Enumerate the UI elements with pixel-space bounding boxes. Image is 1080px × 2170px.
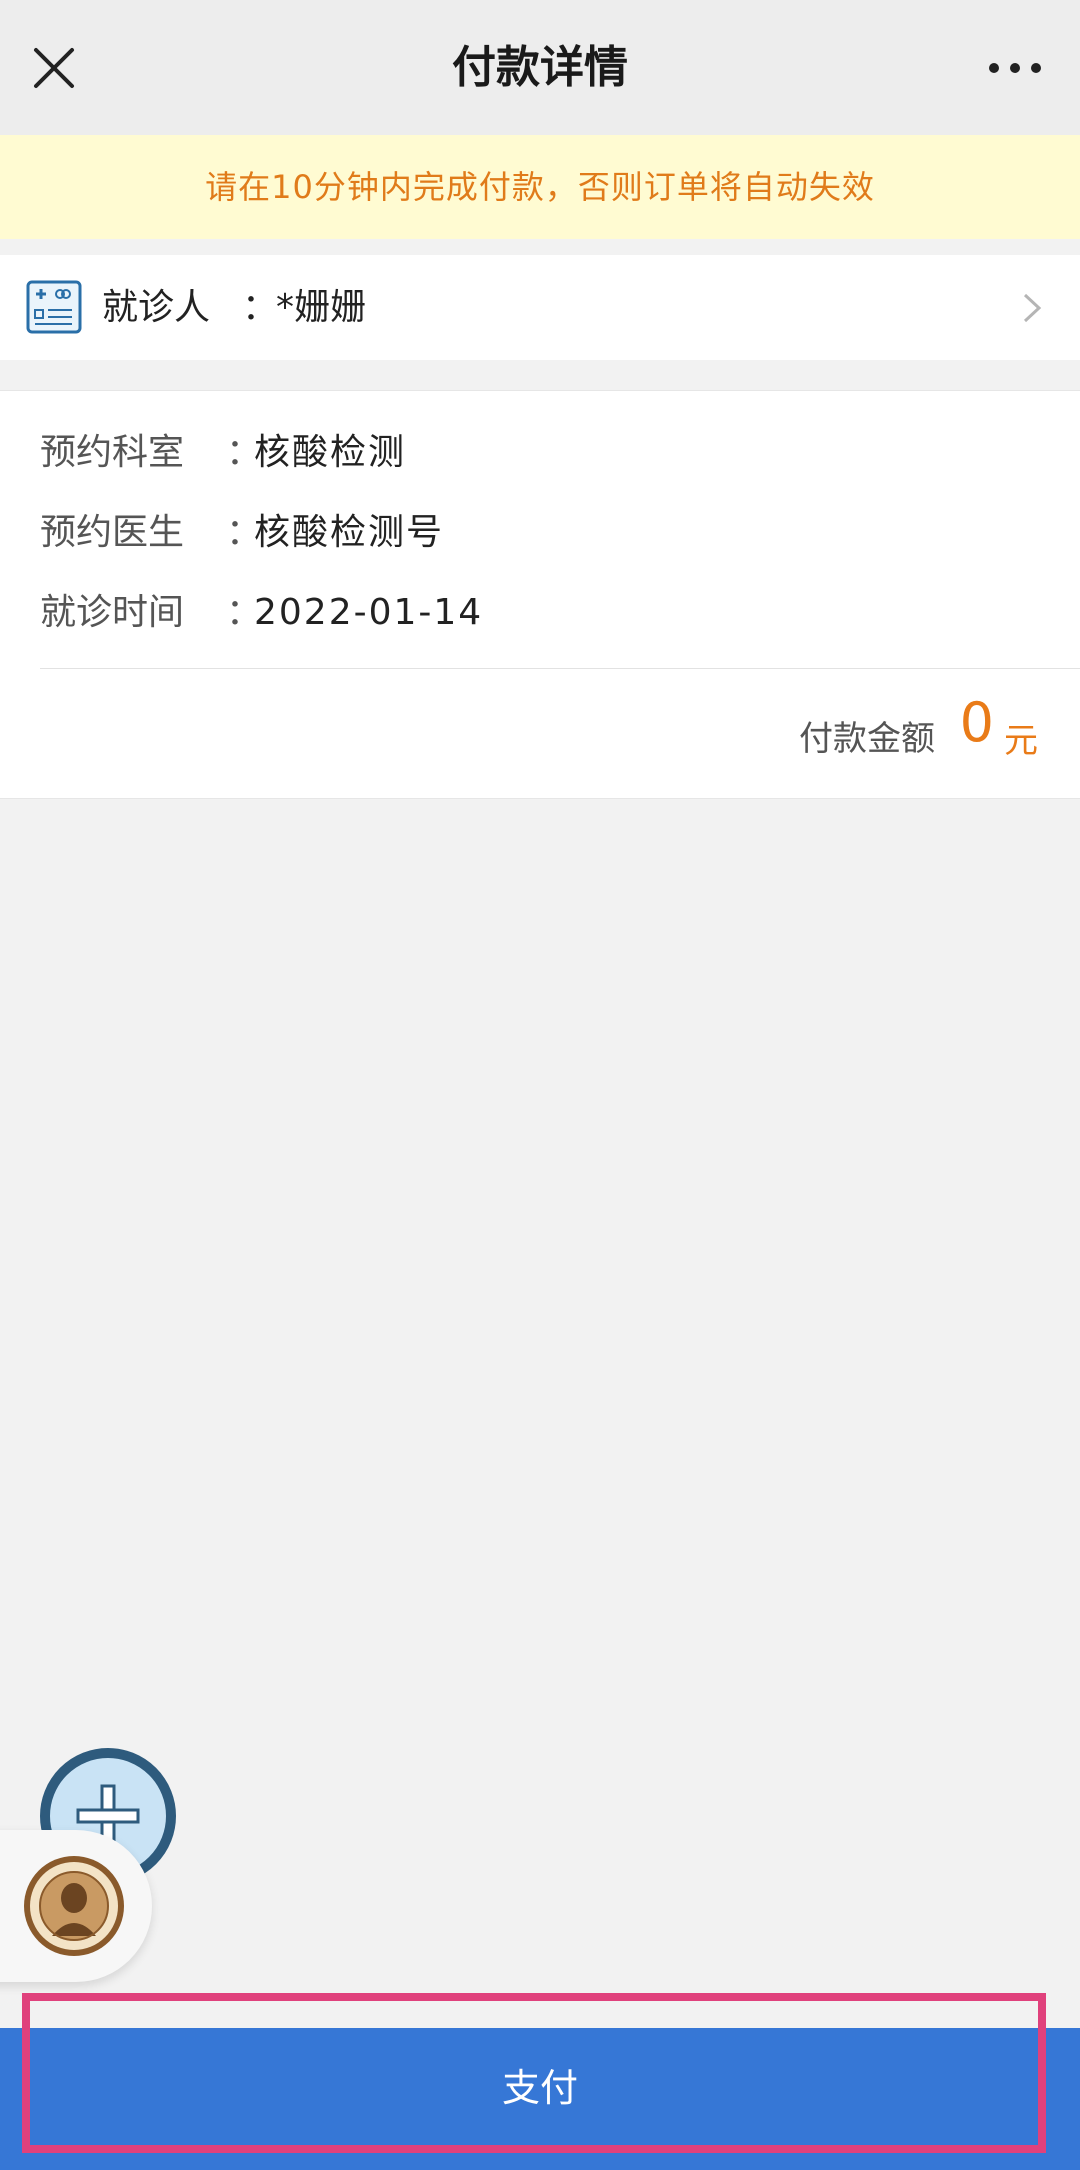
detail-label: 预约科室 bbox=[40, 432, 185, 473]
detail-value: 2022-01-14 bbox=[254, 592, 484, 633]
hospital-seal-icon bbox=[22, 1854, 126, 1958]
detail-colon: ： bbox=[226, 592, 263, 633]
patient-selector[interactable]: 就诊人 ： *姗姗 bbox=[0, 255, 1080, 360]
detail-label: 就诊时间 bbox=[40, 592, 185, 633]
appointment-details-card: 预约科室 ：核酸检测 预约医生 ：核酸检测号 就诊时间 ：2022-01-14 付款金… bbox=[0, 390, 1080, 799]
page-title: 付款详情 bbox=[452, 42, 628, 93]
amount-unit: 元 bbox=[1004, 721, 1038, 761]
divider bbox=[40, 668, 1080, 669]
detail-row-doctor: 预约医生 ：核酸检测号 bbox=[40, 503, 444, 563]
amount-label: 付款金额 bbox=[799, 719, 935, 759]
patient-name: *姗姗 bbox=[276, 287, 367, 328]
patient-label: 就诊人 bbox=[102, 287, 211, 328]
detail-row-visit-time: 就诊时间 ：2022-01-14 bbox=[40, 583, 483, 643]
detail-row-department: 预约科室 ：核酸检测 bbox=[40, 423, 406, 483]
detail-colon: ： bbox=[226, 432, 263, 473]
more-icon[interactable] bbox=[980, 38, 1050, 98]
detail-value: 核酸检测号 bbox=[254, 512, 445, 553]
pay-button[interactable] bbox=[22, 1993, 1046, 2153]
payment-timeout-notice: 请在10分钟内完成付款，否则订单将自动失效 bbox=[0, 135, 1080, 239]
top-navbar: 付款详情 bbox=[0, 0, 1080, 135]
amount-value: 0 bbox=[959, 691, 994, 754]
close-icon[interactable] bbox=[24, 38, 84, 98]
detail-colon: ： bbox=[226, 512, 263, 553]
detail-value: 核酸检测 bbox=[254, 432, 407, 473]
detail-label: 预约医生 bbox=[40, 512, 185, 553]
chevron-right-icon bbox=[1020, 291, 1044, 325]
medical-card-icon bbox=[26, 280, 82, 334]
hospital-logo-button[interactable] bbox=[0, 1830, 152, 1982]
patient-colon: ： bbox=[242, 287, 279, 328]
